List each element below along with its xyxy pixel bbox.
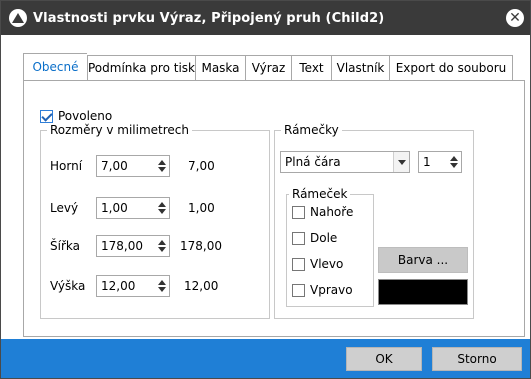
spinner-down-icon[interactable] — [449, 163, 458, 168]
ok-button-label: OK — [375, 352, 393, 366]
width-value[interactable]: 178,00 — [97, 236, 154, 256]
frame-top-option[interactable]: Nahoře — [292, 205, 353, 219]
frame-sides-legend: Rámeček — [292, 187, 348, 201]
properties-dialog: Vlastnosti prvku Výraz, Připojený pruh (… — [0, 0, 531, 379]
left-value[interactable]: 1,00 — [97, 198, 154, 218]
frame-right-checkbox[interactable] — [292, 283, 305, 297]
color-button-label: Barva ... — [397, 253, 449, 267]
tab-maska[interactable]: Maska — [195, 55, 245, 81]
height-spinner[interactable]: 12,00 — [96, 275, 170, 297]
spinner-up-icon[interactable] — [157, 240, 166, 245]
dim-row-height: Výška 12,00 — [50, 275, 170, 297]
ok-button[interactable]: OK — [346, 347, 422, 371]
width-spinner-arrows[interactable] — [154, 236, 169, 256]
color-swatch — [378, 279, 468, 305]
top-spinner[interactable]: 7,00 — [96, 155, 170, 177]
enabled-checkbox[interactable] — [40, 109, 53, 123]
tab-podminka-pro-tisk[interactable]: Podmínka pro tisk — [87, 55, 195, 81]
height-spinner-arrows[interactable] — [154, 276, 169, 296]
frame-right-label: Vpravo — [310, 283, 353, 297]
spinner-down-icon[interactable] — [157, 287, 166, 292]
frame-left-label: Vlevo — [310, 257, 344, 271]
tab-vlastnik[interactable]: Vlastník — [331, 55, 389, 81]
dim-label-width: Šířka — [50, 239, 80, 253]
frame-right-option[interactable]: Vpravo — [292, 283, 353, 297]
spinner-up-icon[interactable] — [449, 156, 458, 161]
frame-width-value[interactable]: 1 — [419, 152, 446, 172]
left-readout: 1,00 — [188, 201, 215, 215]
dim-label-height: Výška — [50, 279, 86, 293]
title-bar[interactable]: Vlastnosti prvku Výraz, Připojený pruh (… — [1, 1, 530, 35]
tab-vyraz[interactable]: Výraz — [245, 55, 291, 81]
tab-export-do-souboru[interactable]: Export do souboru — [389, 55, 513, 81]
general-tab-panel: Povoleno Rozměry v milimetrech Horní 7,0… — [23, 80, 525, 337]
left-spinner-arrows[interactable] — [154, 198, 169, 218]
dim-row-width: Šířka 178,00 — [50, 235, 170, 257]
tab-strip: Obecné Podmínka pro tisk Maska Výraz Tex… — [23, 53, 513, 81]
frame-width-spinner-arrows[interactable] — [446, 152, 461, 172]
frame-style-select[interactable]: Plná čára — [280, 151, 410, 173]
cancel-button-label: Storno — [457, 352, 497, 366]
spinner-up-icon[interactable] — [157, 160, 166, 165]
width-spinner[interactable]: 178,00 — [96, 235, 170, 257]
top-spinner-arrows[interactable] — [154, 156, 169, 176]
frame-top-checkbox[interactable] — [292, 205, 305, 219]
spinner-up-icon[interactable] — [157, 280, 166, 285]
tab-text[interactable]: Text — [291, 55, 331, 81]
spinner-down-icon[interactable] — [157, 247, 166, 252]
dim-label-top: Horní — [50, 159, 83, 173]
chevron-down-icon[interactable] — [393, 152, 409, 172]
dim-row-left: Levý 1,00 — [50, 197, 170, 219]
spinner-up-icon[interactable] — [157, 202, 166, 207]
top-readout: 7,00 — [188, 159, 215, 173]
tab-obecne[interactable]: Obecné — [23, 53, 87, 81]
frame-bottom-checkbox[interactable] — [292, 231, 305, 245]
frame-left-checkbox[interactable] — [292, 257, 305, 271]
dim-label-left: Levý — [50, 201, 79, 215]
enabled-checkbox-row[interactable]: Povoleno — [40, 109, 112, 123]
left-spinner[interactable]: 1,00 — [96, 197, 170, 219]
app-logo-icon — [9, 9, 27, 27]
dialog-footer: OK Storno — [1, 339, 530, 378]
height-value[interactable]: 12,00 — [97, 276, 154, 296]
width-readout: 178,00 — [180, 239, 222, 253]
window-title: Vlastnosti prvku Výraz, Připojený pruh (… — [33, 10, 385, 26]
dimensions-legend: Rozměry v milimetrech — [50, 123, 190, 137]
frame-top-label: Nahoře — [310, 205, 354, 219]
frame-width-spinner[interactable]: 1 — [418, 151, 462, 173]
enabled-label: Povoleno — [58, 109, 113, 123]
close-icon[interactable]: ✕ — [506, 9, 524, 27]
color-button[interactable]: Barva ... — [378, 247, 468, 273]
top-value[interactable]: 7,00 — [97, 156, 154, 176]
frame-bottom-label: Dole — [310, 231, 338, 245]
frame-bottom-option[interactable]: Dole — [292, 231, 337, 245]
dim-row-top: Horní 7,00 — [50, 155, 170, 177]
frame-style-value[interactable]: Plná čára — [281, 155, 393, 169]
frames-legend: Rámečky — [284, 123, 339, 137]
spinner-down-icon[interactable] — [157, 209, 166, 214]
cancel-button[interactable]: Storno — [432, 347, 522, 371]
spinner-down-icon[interactable] — [157, 167, 166, 172]
frame-left-option[interactable]: Vlevo — [292, 257, 343, 271]
height-readout: 12,00 — [184, 279, 219, 293]
